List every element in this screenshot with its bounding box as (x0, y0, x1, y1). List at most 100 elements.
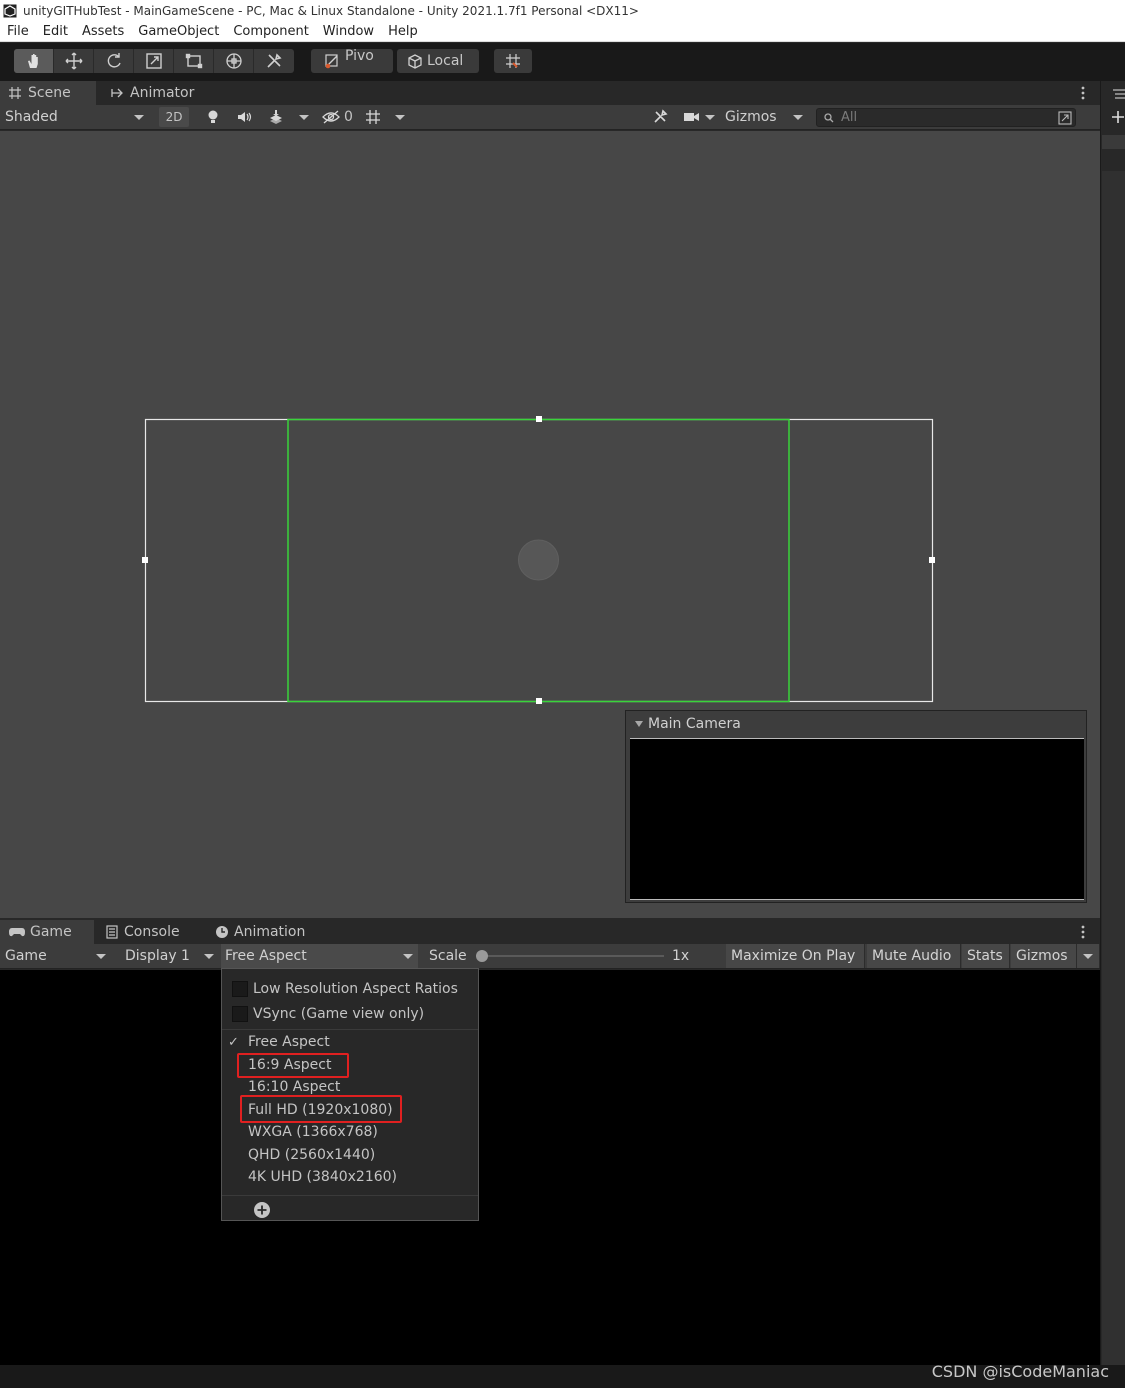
scene-toolbar: Shaded 2D 0 Gizmos All (0, 105, 1100, 130)
camera-preview-header[interactable]: Main Camera (626, 711, 1086, 737)
chevron-down-icon (705, 114, 715, 120)
add-aspect-icon[interactable] (253, 1201, 271, 1223)
eye-hidden-icon (322, 110, 340, 124)
chevron-down-icon (403, 953, 413, 959)
menu-help[interactable]: Help (381, 24, 425, 39)
hand-tool-icon[interactable] (14, 49, 54, 73)
move-tool-icon[interactable] (54, 49, 94, 73)
scale-label-text: Scale (429, 948, 467, 964)
aspect-item-label: 16:10 Aspect (248, 1079, 341, 1095)
shading-mode-dropdown[interactable]: Shaded (5, 107, 148, 127)
scene-gizmos-dropdown[interactable] (788, 107, 808, 127)
tab-animation[interactable]: Animation (207, 920, 313, 944)
grid-dropdown[interactable] (390, 107, 410, 127)
aspect-item-free[interactable]: ✓ Free Aspect (222, 1031, 478, 1053)
game-panel-menu-icon[interactable] (1078, 924, 1088, 944)
clock-icon (216, 926, 228, 938)
menu-divider (222, 1195, 478, 1196)
scene-panel-menu-icon[interactable] (1078, 85, 1088, 105)
game-gizmos-button[interactable]: Gizmos (1011, 944, 1077, 968)
low-resolution-label: Low Resolution Aspect Ratios (253, 981, 458, 997)
grid-snap-icon (506, 54, 520, 68)
effects-dropdown[interactable] (293, 107, 315, 127)
local-label: Local (427, 53, 464, 69)
tab-animation-label: Animation (234, 924, 306, 940)
animator-icon (111, 88, 123, 98)
scale-slider-handle[interactable] (476, 950, 488, 962)
maximize-on-play-button[interactable]: Maximize On Play (726, 944, 865, 968)
custom-tool-icon[interactable] (254, 49, 294, 73)
aspect-item-wxga[interactable]: WXGA (1366x768) (222, 1121, 478, 1143)
aspect-dropdown[interactable]: Free Aspect (221, 944, 418, 968)
transform-tool-icon[interactable] (214, 49, 254, 73)
scene-search-input[interactable]: All (816, 108, 1076, 127)
rotate-tool-icon[interactable] (94, 49, 134, 73)
game-view-mode-dropdown[interactable]: Game (5, 946, 110, 966)
grid-snapping-button[interactable] (494, 49, 532, 73)
local-space-icon (408, 54, 422, 69)
tab-scene[interactable]: Scene (0, 81, 96, 105)
panel-list-icon[interactable] (1112, 87, 1125, 105)
tab-scene-label: Scene (28, 85, 71, 101)
lighting-toggle-icon[interactable] (200, 107, 226, 127)
game-viewport[interactable] (0, 970, 1100, 1365)
hidden-count: 0 (344, 109, 353, 125)
right-side-panel (1100, 81, 1125, 1371)
side-panel-field[interactable] (1102, 135, 1125, 149)
tab-animator[interactable]: Animator (102, 81, 202, 105)
tab-console-label: Console (124, 924, 180, 940)
search-options-icon[interactable] (1058, 110, 1072, 125)
scale-slider-track[interactable] (480, 955, 664, 957)
aspect-item-label: WXGA (1366x768) (248, 1124, 378, 1140)
window-title-bar: unityGITHubTest - MainGameScene - PC, Ma… (0, 0, 1125, 22)
rect-handle-bottom (536, 698, 542, 704)
rect-tool-icon[interactable] (174, 49, 214, 73)
search-placeholder: All (841, 110, 858, 125)
aspect-item-4k-uhd[interactable]: 4K UHD (3840x2160) (222, 1166, 478, 1188)
menu-window[interactable]: Window (316, 24, 381, 39)
tab-console[interactable]: Console (97, 920, 188, 944)
menu-gameobject[interactable]: GameObject (131, 24, 226, 39)
effects-toggle-icon[interactable] (264, 107, 288, 127)
tab-game-label: Game (30, 924, 72, 940)
tab-game[interactable]: Game (0, 920, 94, 944)
chevron-down-icon (1083, 953, 1093, 959)
scale-value: 1x (672, 946, 689, 966)
vsync-label: VSync (Game view only) (253, 1006, 425, 1022)
menu-component[interactable]: Component (226, 24, 315, 39)
chevron-down-icon (96, 953, 106, 959)
scale-tool-icon[interactable] (134, 49, 174, 73)
scene-tools-icon[interactable] (648, 107, 672, 127)
display-label: Display 1 (125, 948, 190, 964)
pivot-toggle[interactable]: Pivo (311, 48, 393, 73)
audio-toggle-icon[interactable] (232, 107, 258, 127)
aspect-item-label: QHD (2560x1440) (248, 1147, 376, 1163)
aspect-item-label: Free Aspect (248, 1034, 330, 1050)
stats-button[interactable]: Stats (962, 944, 1010, 968)
display-dropdown[interactable]: Display 1 (125, 946, 217, 966)
check-mark-icon: ✓ (228, 1034, 239, 1050)
vsync-checkbox[interactable] (232, 1006, 248, 1022)
highlight-16-9 (237, 1053, 349, 1078)
scene-gizmos-button[interactable]: Gizmos (725, 107, 785, 127)
add-icon[interactable] (1110, 109, 1125, 129)
toggle-2d-label: 2D (165, 110, 183, 124)
menu-file[interactable]: File (0, 24, 36, 39)
menu-assets[interactable]: Assets (75, 24, 131, 39)
hidden-objects-toggle[interactable]: 0 (319, 107, 355, 127)
toggle-2d-button[interactable]: 2D (159, 107, 189, 127)
low-resolution-checkbox-row[interactable]: Low Resolution Aspect Ratios (222, 978, 478, 1000)
vsync-checkbox-row[interactable]: VSync (Game view only) (222, 1003, 478, 1025)
local-toggle[interactable]: Local (397, 49, 479, 73)
grid-visibility-icon[interactable] (360, 107, 386, 127)
menu-edit[interactable]: Edit (36, 24, 75, 39)
side-panel-scrollbar[interactable] (1102, 171, 1125, 1371)
rect-handle-right (929, 557, 935, 563)
low-resolution-checkbox[interactable] (232, 981, 248, 997)
aspect-item-qhd[interactable]: QHD (2560x1440) (222, 1144, 478, 1166)
game-gizmos-label: Gizmos (1016, 948, 1068, 964)
mute-audio-button[interactable]: Mute Audio (867, 944, 961, 968)
game-gizmos-dropdown[interactable] (1077, 944, 1100, 968)
camera-settings-dropdown[interactable] (680, 107, 718, 127)
shading-mode-label: Shaded (5, 109, 58, 125)
